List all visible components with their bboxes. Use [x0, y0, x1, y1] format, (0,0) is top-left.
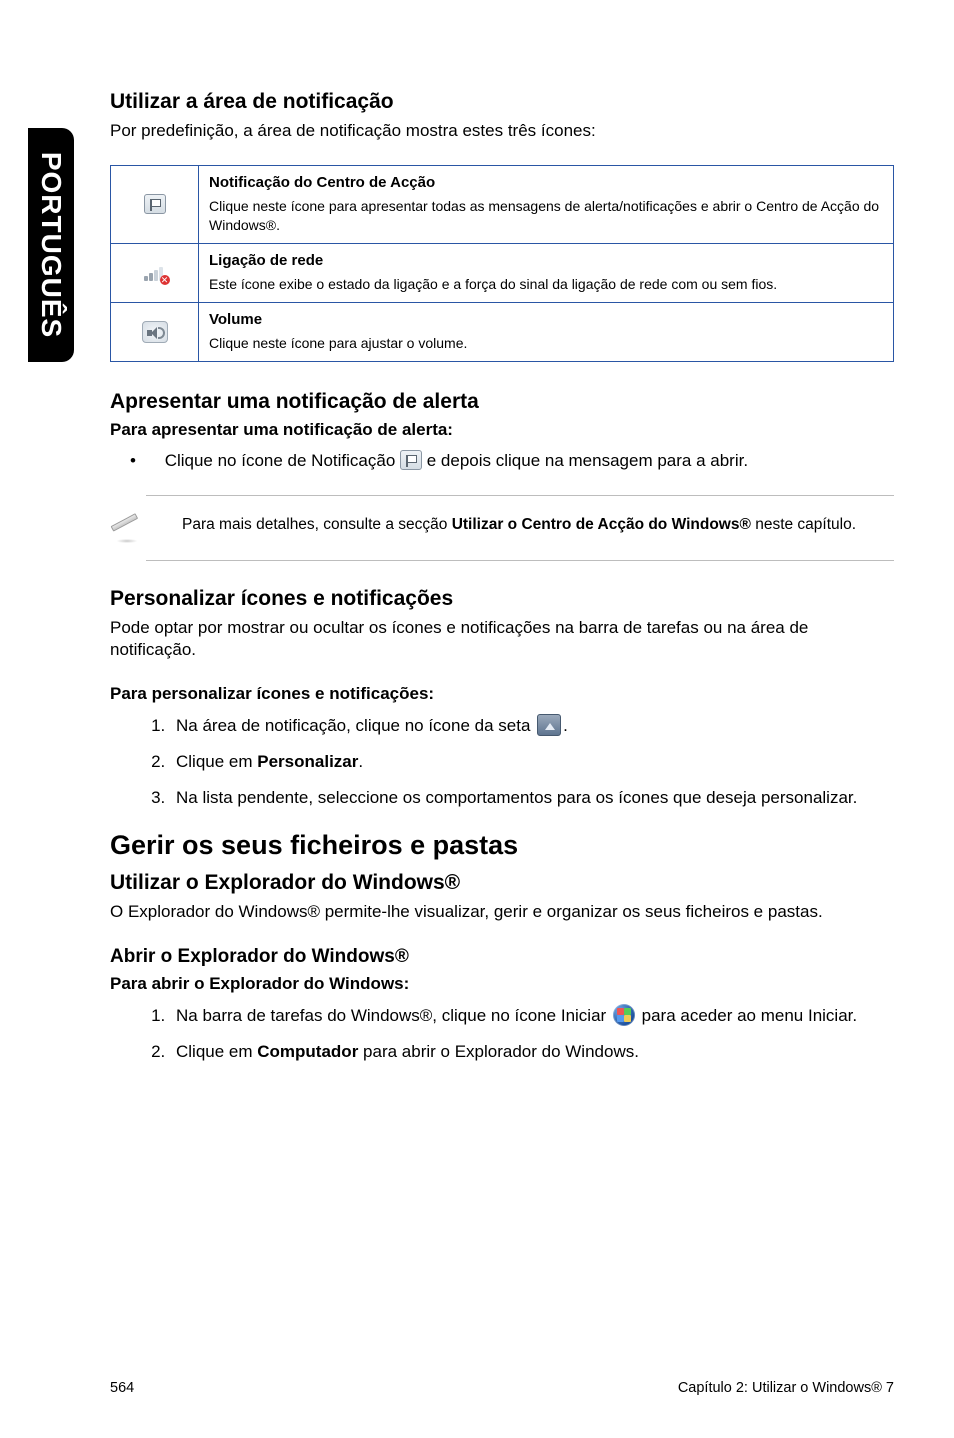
step-bold: Computador	[257, 1042, 358, 1061]
step-pre: Na barra de tarefas do Windows®, clique …	[176, 1006, 611, 1025]
personalize-intro: Pode optar por mostrar ou ocultar os íco…	[110, 617, 894, 663]
step-post: para aceder ao menu Iniciar.	[637, 1006, 857, 1025]
step-pre: Clique em	[176, 1042, 257, 1061]
note-post: neste capítulo.	[751, 516, 856, 533]
action-center-icon	[144, 194, 166, 214]
step-pre: Na área de notificação, clique no ícone …	[176, 716, 535, 735]
network-icon: ✕	[142, 263, 168, 283]
content-area: Utilizar a área de notificação Por prede…	[110, 90, 894, 1063]
row-desc: Clique neste ícone para ajustar o volume…	[209, 335, 467, 351]
list-item: Na barra de tarefas do Windows®, clique …	[170, 1004, 894, 1028]
icon-cell: ✕	[111, 243, 199, 302]
alert-procedure: Para apresentar uma notificação de alert…	[110, 420, 894, 440]
open-explorer-procedure: Para abrir o Explorador do Windows:	[110, 974, 894, 994]
list-item: Clique em Computador para abrir o Explor…	[170, 1040, 894, 1064]
row-title: Volume	[209, 311, 883, 328]
table-row: Volume Clique neste ícone para ajustar o…	[111, 302, 894, 361]
section-intro: Por predefinição, a área de notificação …	[110, 120, 894, 143]
note-text: Para mais detalhes, consulte a secção Ut…	[182, 508, 856, 536]
table-row: Notificação do Centro de Acção Clique ne…	[111, 165, 894, 243]
personalize-steps: Na área de notificação, clique no ícone …	[110, 714, 894, 809]
section-title-notification-area: Utilizar a área de notificação	[110, 90, 894, 114]
step-pre: Clique em	[176, 752, 257, 771]
volume-icon	[142, 321, 168, 343]
note-pre: Para mais detalhes, consulte a secção	[182, 516, 452, 533]
language-label: PORTUGUÊS	[35, 152, 67, 338]
note-icon	[110, 512, 146, 546]
icon-cell	[111, 302, 199, 361]
language-tab: PORTUGUÊS	[28, 128, 74, 362]
step-post: para abrir o Explorador do Windows.	[358, 1042, 639, 1061]
step-bold: Personalizar	[257, 752, 358, 771]
bullet-dot: •	[130, 451, 136, 470]
bullet-post: e depois clique na mensagem para a abrir…	[427, 451, 748, 470]
action-center-icon	[400, 450, 422, 470]
page-number: 564	[110, 1380, 134, 1396]
desc-cell: Volume Clique neste ícone para ajustar o…	[199, 302, 894, 361]
list-item: Clique em Personalizar.	[170, 750, 894, 774]
explorer-title: Utilizar o Explorador do Windows®	[110, 871, 894, 895]
icon-cell	[111, 165, 199, 243]
chapter-label: Capítulo 2: Utilizar o Windows® 7	[678, 1380, 894, 1396]
row-desc: Clique neste ícone para apresentar todas…	[209, 198, 879, 233]
note-box: Para mais detalhes, consulte a secção Ut…	[146, 495, 894, 561]
step-post: .	[563, 716, 568, 735]
bullet-pre: Clique no ícone de Notificação	[165, 451, 400, 470]
note-bold: Utilizar o Centro de Acção do Windows®	[452, 516, 751, 533]
manage-title: Gerir os seus ficheiros e pastas	[110, 830, 894, 861]
table-row: ✕ Ligação de rede Este ícone exibe o est…	[111, 243, 894, 302]
arrow-up-icon	[537, 714, 561, 736]
row-desc: Este ícone exibe o estado da ligação e a…	[209, 276, 777, 292]
notification-icons-table: Notificação do Centro de Acção Clique ne…	[110, 165, 894, 362]
alert-title: Apresentar uma notificação de alerta	[110, 390, 894, 414]
open-explorer-steps: Na barra de tarefas do Windows®, clique …	[110, 1004, 894, 1064]
open-explorer-title: Abrir o Explorador do Windows®	[110, 946, 894, 968]
page: PORTUGUÊS Utilizar a área de notificação…	[0, 0, 954, 1438]
row-title: Notificação do Centro de Acção	[209, 174, 883, 191]
step-post: .	[358, 752, 363, 771]
personalize-procedure: Para personalizar ícones e notificações:	[110, 684, 894, 704]
alert-bullet: • Clique no ícone de Notificação e depoi…	[110, 450, 894, 471]
explorer-text: O Explorador do Windows® permite-lhe vis…	[110, 901, 894, 924]
desc-cell: Notificação do Centro de Acção Clique ne…	[199, 165, 894, 243]
windows-start-icon	[613, 1004, 635, 1026]
page-footer: 564 Capítulo 2: Utilizar o Windows® 7	[110, 1380, 894, 1396]
list-item: Na lista pendente, seleccione os comport…	[170, 786, 894, 810]
desc-cell: Ligação de rede Este ícone exibe o estad…	[199, 243, 894, 302]
personalize-title: Personalizar ícones e notificações	[110, 587, 894, 611]
row-title: Ligação de rede	[209, 252, 883, 269]
list-item: Na área de notificação, clique no ícone …	[170, 714, 894, 738]
